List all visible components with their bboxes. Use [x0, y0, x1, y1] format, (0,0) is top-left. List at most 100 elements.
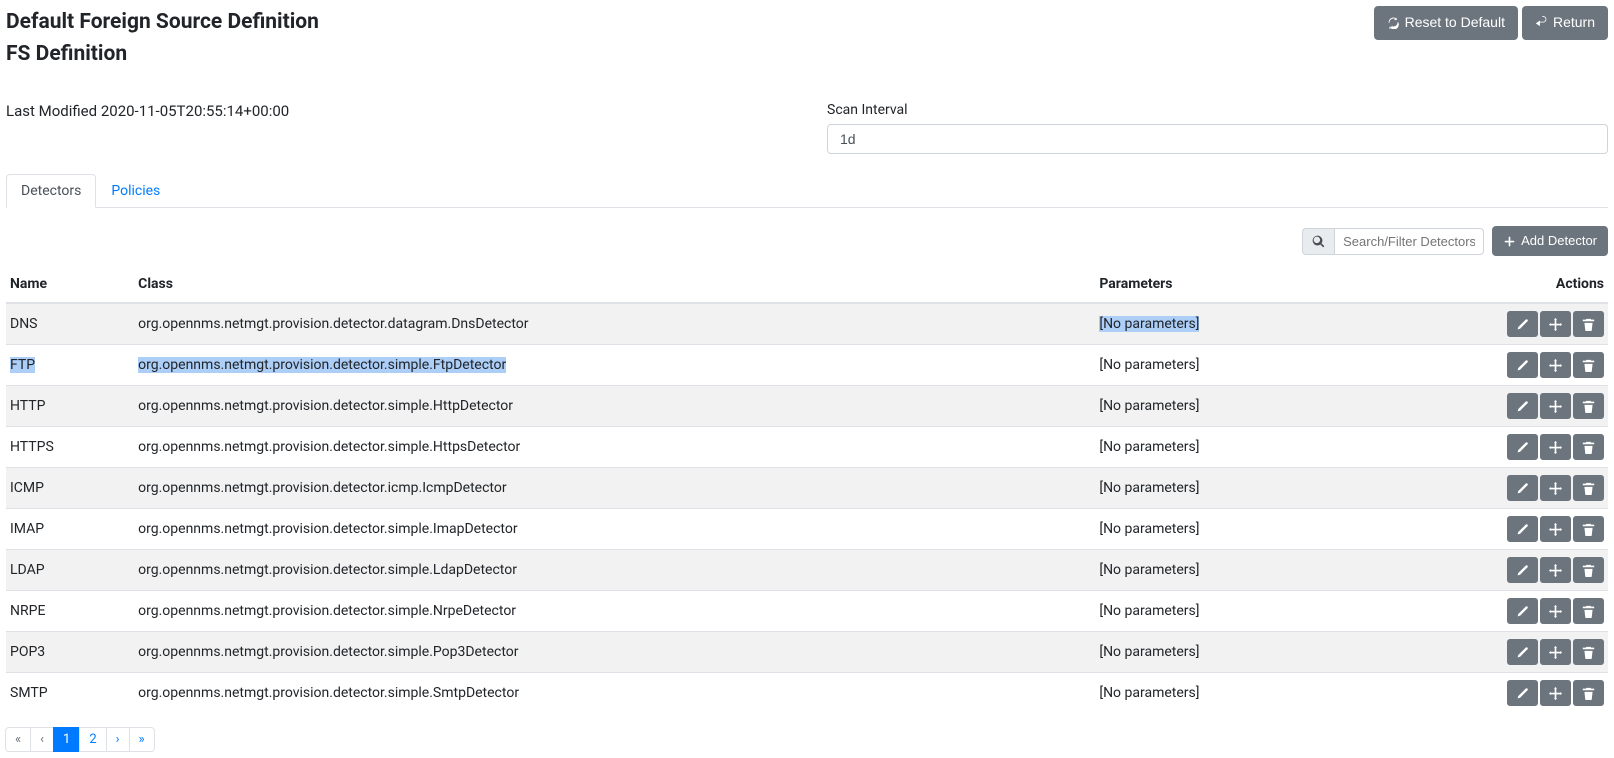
trash-icon — [1582, 359, 1595, 372]
delete-button[interactable] — [1573, 352, 1604, 378]
move-icon — [1549, 441, 1562, 454]
cell-parameters: [No parameters] — [1095, 591, 1415, 632]
page-next[interactable]: › — [106, 727, 130, 752]
delete-button[interactable] — [1573, 516, 1604, 542]
cell-name: FTP — [6, 345, 134, 386]
cell-actions — [1416, 550, 1608, 591]
move-icon — [1549, 400, 1562, 413]
delete-button[interactable] — [1573, 475, 1604, 501]
pencil-icon — [1516, 523, 1529, 536]
edit-button[interactable] — [1507, 516, 1538, 542]
table-row: SMTPorg.opennms.netmgt.provision.detecto… — [6, 673, 1608, 714]
trash-icon — [1582, 318, 1595, 331]
col-actions: Actions — [1416, 266, 1608, 303]
delete-button[interactable] — [1573, 557, 1604, 583]
cell-name: HTTP — [6, 386, 134, 427]
cell-class: org.opennms.netmgt.provision.detector.si… — [134, 673, 1095, 714]
cell-parameters: [No parameters] — [1095, 509, 1415, 550]
trash-icon — [1582, 687, 1595, 700]
edit-button[interactable] — [1507, 475, 1538, 501]
add-detector-button[interactable]: Add Detector — [1492, 226, 1608, 256]
page-2[interactable]: 2 — [79, 727, 106, 752]
delete-button[interactable] — [1573, 639, 1604, 665]
cell-actions — [1416, 345, 1608, 386]
cell-name: POP3 — [6, 632, 134, 673]
cell-class: org.opennms.netmgt.provision.detector.si… — [134, 509, 1095, 550]
edit-button[interactable] — [1507, 557, 1538, 583]
move-button[interactable] — [1540, 393, 1571, 419]
move-button[interactable] — [1540, 598, 1571, 624]
trash-icon — [1582, 482, 1595, 495]
move-button[interactable] — [1540, 434, 1571, 460]
edit-button[interactable] — [1507, 639, 1538, 665]
search-group — [1302, 228, 1484, 255]
move-button[interactable] — [1540, 557, 1571, 583]
cell-actions — [1416, 509, 1608, 550]
trash-icon — [1582, 523, 1595, 536]
delete-button[interactable] — [1573, 311, 1604, 337]
trash-icon — [1582, 646, 1595, 659]
page-1[interactable]: 1 — [53, 727, 80, 752]
delete-button[interactable] — [1573, 393, 1604, 419]
table-row: ICMPorg.opennms.netmgt.provision.detecto… — [6, 468, 1608, 509]
cell-name: HTTPS — [6, 427, 134, 468]
move-button[interactable] — [1540, 311, 1571, 337]
cell-name: ICMP — [6, 468, 134, 509]
tab-detectors[interactable]: Detectors — [6, 174, 96, 208]
pencil-icon — [1516, 482, 1529, 495]
trash-icon — [1582, 605, 1595, 618]
edit-button[interactable] — [1507, 393, 1538, 419]
cell-class: org.opennms.netmgt.provision.detector.si… — [134, 345, 1095, 386]
cell-class: org.opennms.netmgt.provision.detector.si… — [134, 632, 1095, 673]
return-arrow-icon — [1535, 16, 1548, 29]
table-row: HTTPorg.opennms.netmgt.provision.detecto… — [6, 386, 1608, 427]
cell-class: org.opennms.netmgt.provision.detector.da… — [134, 303, 1095, 345]
page-subtitle: FS Definition — [6, 42, 319, 66]
cell-name: DNS — [6, 303, 134, 345]
pencil-icon — [1516, 441, 1529, 454]
return-button[interactable]: Return — [1522, 6, 1608, 40]
cell-parameters: [No parameters] — [1095, 303, 1415, 345]
table-row: HTTPSorg.opennms.netmgt.provision.detect… — [6, 427, 1608, 468]
move-button[interactable] — [1540, 680, 1571, 706]
delete-button[interactable] — [1573, 680, 1604, 706]
edit-button[interactable] — [1507, 598, 1538, 624]
tabs: Detectors Policies — [6, 174, 1608, 208]
move-button[interactable] — [1540, 475, 1571, 501]
move-icon — [1549, 318, 1562, 331]
table-row: NRPEorg.opennms.netmgt.provision.detecto… — [6, 591, 1608, 632]
scan-interval-label: Scan Interval — [827, 102, 1608, 118]
pencil-icon — [1516, 400, 1529, 413]
page-prev[interactable]: ‹ — [30, 727, 54, 752]
edit-button[interactable] — [1507, 311, 1538, 337]
cell-parameters: [No parameters] — [1095, 427, 1415, 468]
tab-policies[interactable]: Policies — [96, 174, 175, 208]
move-icon — [1549, 646, 1562, 659]
cell-parameters: [No parameters] — [1095, 550, 1415, 591]
search-input[interactable] — [1334, 228, 1484, 255]
move-icon — [1549, 564, 1562, 577]
edit-button[interactable] — [1507, 680, 1538, 706]
reset-to-default-button[interactable]: Reset to Default — [1374, 6, 1518, 40]
cell-class: org.opennms.netmgt.provision.detector.si… — [134, 591, 1095, 632]
col-name: Name — [6, 266, 134, 303]
move-button[interactable] — [1540, 639, 1571, 665]
pencil-icon — [1516, 687, 1529, 700]
scan-interval-input[interactable] — [827, 124, 1608, 154]
delete-button[interactable] — [1573, 598, 1604, 624]
page-first[interactable]: « — [5, 727, 31, 752]
cell-actions — [1416, 427, 1608, 468]
edit-button[interactable] — [1507, 434, 1538, 460]
cell-parameters: [No parameters] — [1095, 345, 1415, 386]
cell-name: LDAP — [6, 550, 134, 591]
refresh-icon — [1387, 16, 1400, 29]
delete-button[interactable] — [1573, 434, 1604, 460]
edit-button[interactable] — [1507, 352, 1538, 378]
move-button[interactable] — [1540, 352, 1571, 378]
move-button[interactable] — [1540, 516, 1571, 542]
cell-actions — [1416, 591, 1608, 632]
trash-icon — [1582, 441, 1595, 454]
cell-actions — [1416, 673, 1608, 714]
page-last[interactable]: » — [129, 727, 155, 752]
cell-actions — [1416, 303, 1608, 345]
